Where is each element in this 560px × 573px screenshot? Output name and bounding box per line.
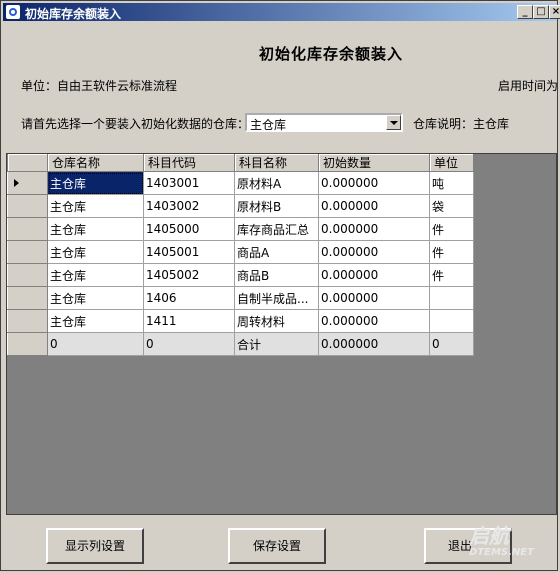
column-header-account-code[interactable]: 科目代码 bbox=[143, 154, 235, 172]
row-header[interactable] bbox=[7, 171, 48, 195]
close-button[interactable]: × bbox=[549, 5, 560, 19]
total-cell: 0.000000 bbox=[318, 332, 430, 356]
header-row: 仓库名称 科目代码 科目名称 初始数量 单位 bbox=[7, 154, 474, 172]
table-cell[interactable]: 1405000 bbox=[143, 217, 235, 241]
table-cell[interactable]: 0.000000 bbox=[318, 263, 430, 287]
total-cell: 合计 bbox=[234, 332, 319, 356]
row-header[interactable] bbox=[7, 194, 48, 218]
app-icon bbox=[6, 5, 20, 19]
table-row[interactable]: 主仓库 1403002 原材料B 0.000000 袋 bbox=[7, 194, 474, 218]
column-header-unit[interactable]: 单位 bbox=[429, 154, 474, 172]
table-cell[interactable]: 周转材料 bbox=[234, 309, 319, 333]
table-cell[interactable]: 主仓库 bbox=[47, 286, 144, 310]
table-row[interactable]: 主仓库 1405000 库存商品汇总 0.000000 件 bbox=[7, 217, 474, 241]
table-row[interactable]: 主仓库 1405001 商品A 0.000000 件 bbox=[7, 240, 474, 264]
row-header[interactable] bbox=[7, 286, 48, 310]
column-header-account-name[interactable]: 科目名称 bbox=[234, 154, 319, 172]
table-cell[interactable]: 原材料B bbox=[234, 194, 319, 218]
table-cell[interactable]: 主仓库 bbox=[47, 217, 144, 241]
table-cell[interactable]: 主仓库 bbox=[47, 171, 144, 195]
grid-table: 仓库名称 科目代码 科目名称 初始数量 单位 主仓库 1403001 原材料A … bbox=[7, 154, 474, 356]
row-header[interactable] bbox=[7, 217, 48, 241]
maximize-button[interactable]: □ bbox=[533, 5, 549, 19]
column-header-initial-qty[interactable]: 初始数量 bbox=[318, 154, 430, 172]
table-cell[interactable]: 原材料A bbox=[234, 171, 319, 195]
table-cell[interactable]: 0.000000 bbox=[318, 217, 430, 241]
window-title: 初始库存余额装入 bbox=[25, 7, 122, 21]
table-cell[interactable]: 1403002 bbox=[143, 194, 235, 218]
table-cell[interactable]: 主仓库 bbox=[47, 194, 144, 218]
total-cell: 0 bbox=[429, 332, 474, 356]
table-cell[interactable]: 主仓库 bbox=[47, 309, 144, 333]
warehouse-select-value: 主仓库 bbox=[250, 118, 287, 132]
total-row: 0 0 合计 0.000000 0 bbox=[7, 332, 474, 356]
watermark-main: 启航 bbox=[469, 524, 509, 548]
current-row-pointer-icon bbox=[14, 179, 19, 187]
warehouse-prompt: 请首先选择一个要装入初始化数据的仓库： bbox=[21, 117, 250, 131]
watermark-sub: DTEMS.NET bbox=[469, 547, 534, 558]
title-bar: 初始库存余额装入 _ □ × bbox=[3, 3, 560, 21]
corner-header bbox=[7, 154, 48, 172]
table-row[interactable]: 主仓库 1411 周转材料 0.000000 bbox=[7, 309, 474, 333]
table-row[interactable]: 主仓库 1403001 原材料A 0.000000 吨 bbox=[7, 171, 474, 195]
warehouse-select[interactable]: 主仓库 bbox=[245, 113, 403, 132]
table-cell[interactable]: 1403001 bbox=[143, 171, 235, 195]
row-header bbox=[7, 332, 48, 356]
table-cell[interactable]: 库存商品汇总 bbox=[234, 217, 319, 241]
total-cell: 0 bbox=[143, 332, 235, 356]
watermark: 启航 DTEMS.NET bbox=[469, 525, 555, 565]
total-cell: 0 bbox=[47, 332, 144, 356]
row-header[interactable] bbox=[7, 263, 48, 287]
main-window: 初始库存余额装入 _ □ × 初始化库存余额装入 单位：自由王软件云标准流程 启… bbox=[0, 0, 560, 571]
enable-time-label: 启用时间为 bbox=[498, 79, 559, 93]
table-cell[interactable]: 主仓库 bbox=[47, 263, 144, 287]
table-cell[interactable]: 0.000000 bbox=[318, 171, 430, 195]
table-cell[interactable]: 自制半成品... bbox=[234, 286, 319, 310]
table-row[interactable]: 主仓库 1406 自制半成品... 0.000000 bbox=[7, 286, 474, 310]
table-cell[interactable]: 0.000000 bbox=[318, 194, 430, 218]
row-header[interactable] bbox=[7, 309, 48, 333]
table-cell[interactable] bbox=[429, 286, 474, 310]
page-title: 初始化库存余额装入 bbox=[258, 45, 403, 63]
table-cell[interactable]: 0.000000 bbox=[318, 240, 430, 264]
table-cell[interactable]: 商品B bbox=[234, 263, 319, 287]
table-cell[interactable]: 1405001 bbox=[143, 240, 235, 264]
table-row[interactable]: 主仓库 1405002 商品B 0.000000 件 bbox=[7, 263, 474, 287]
data-grid[interactable]: 仓库名称 科目代码 科目名称 初始数量 单位 主仓库 1403001 原材料A … bbox=[6, 153, 557, 515]
row-header[interactable] bbox=[7, 240, 48, 264]
table-cell[interactable]: 商品A bbox=[234, 240, 319, 264]
table-cell[interactable] bbox=[429, 309, 474, 333]
table-cell[interactable]: 1405002 bbox=[143, 263, 235, 287]
table-cell[interactable]: 袋 bbox=[429, 194, 474, 218]
table-cell[interactable]: 0.000000 bbox=[318, 286, 430, 310]
table-cell[interactable]: 件 bbox=[429, 263, 474, 287]
table-cell[interactable]: 0.000000 bbox=[318, 309, 430, 333]
table-cell[interactable]: 吨 bbox=[429, 171, 474, 195]
table-cell[interactable]: 1411 bbox=[143, 309, 235, 333]
chevron-down-icon[interactable] bbox=[386, 115, 401, 130]
table-cell[interactable]: 主仓库 bbox=[47, 240, 144, 264]
table-cell[interactable]: 件 bbox=[429, 240, 474, 264]
show-columns-button[interactable]: 显示列设置 bbox=[46, 528, 144, 564]
minimize-button[interactable]: _ bbox=[517, 5, 533, 19]
table-cell[interactable]: 件 bbox=[429, 217, 474, 241]
unit-label: 单位：自由王软件云标准流程 bbox=[21, 79, 178, 93]
save-settings-button[interactable]: 保存设置 bbox=[228, 528, 326, 564]
warehouse-description: 仓库说明：主仓库 bbox=[413, 117, 510, 131]
column-header-warehouse[interactable]: 仓库名称 bbox=[47, 154, 144, 172]
table-cell[interactable]: 1406 bbox=[143, 286, 235, 310]
